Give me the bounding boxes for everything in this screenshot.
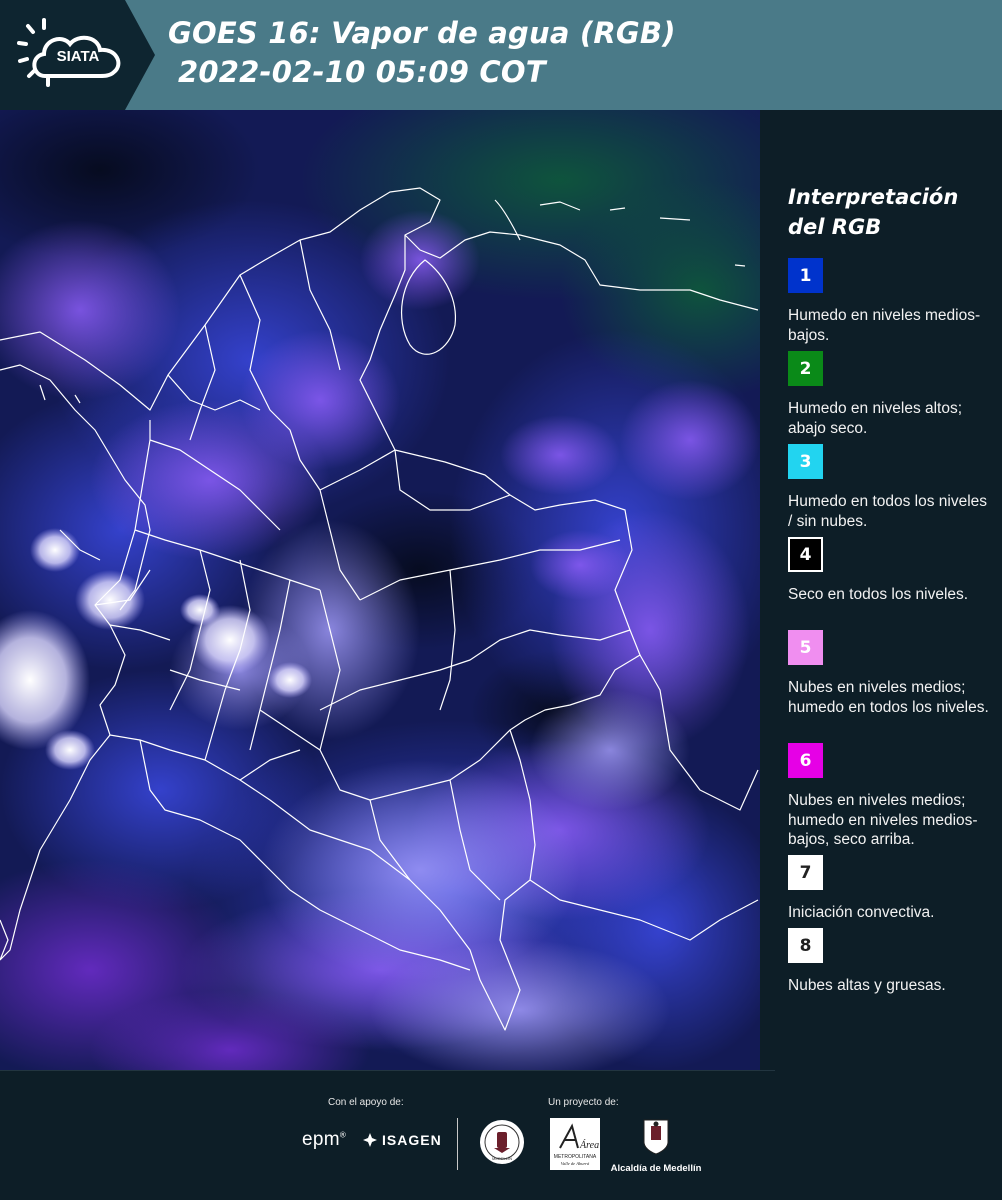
satellite-map[interactable] xyxy=(0,110,760,1070)
legend-desc: Nubes en niveles medios; humedo en todos… xyxy=(788,679,989,716)
legend-swatch: 4 xyxy=(788,537,823,572)
legend-desc: Humedo en niveles medios-bajos. xyxy=(788,307,981,344)
footer-divider xyxy=(0,1070,775,1071)
legend-title: Interpretación del RGB xyxy=(788,185,959,239)
legend-swatch: 2 xyxy=(788,351,823,386)
epm-logo: epm® xyxy=(302,1129,347,1150)
legend-swatch: 8 xyxy=(788,928,823,963)
legend-desc: Humedo en todos los niveles / sin nubes. xyxy=(788,493,988,530)
legend-swatch: 7 xyxy=(788,855,823,890)
legend-item-5: 5 Nubes en niveles medios; humedo en tod… xyxy=(788,630,993,717)
project-label: Un proyecto de: xyxy=(548,1097,619,1108)
support-label: Con el apoyo de: xyxy=(328,1097,404,1108)
legend-item-3: 3 Humedo en todos los niveles / sin nube… xyxy=(788,444,993,531)
isagen-logo: ISAGEN xyxy=(362,1132,442,1148)
legend-item-1: 1 Humedo en niveles medios-bajos. xyxy=(788,258,993,345)
rgb-legend: Interpretación del RGB 1 Humedo en nivel… xyxy=(760,110,1002,1070)
legend-item-2: 2 Humedo en niveles altos; abajo seco. xyxy=(788,351,993,438)
timestamp-title: 2022-02-10 05:09 COT xyxy=(178,55,546,89)
svg-text:SIATA: SIATA xyxy=(57,48,100,65)
svg-text:Valle de Aburrá: Valle de Aburrá xyxy=(561,1161,590,1166)
isagen-icon xyxy=(363,1133,377,1147)
legend-desc: Humedo en niveles altos; abajo seco. xyxy=(788,400,963,437)
footer: Con el apoyo de: Un proyecto de: epm® IS… xyxy=(0,1070,1002,1200)
footer-vertical-divider xyxy=(457,1118,458,1170)
medellin-seal-logo: MEDELLÍN xyxy=(478,1118,526,1171)
legend-desc: Nubes en niveles medios; humedo en nivel… xyxy=(788,792,978,848)
siata-logo: SIATA xyxy=(0,0,155,110)
legend-swatch: 6 xyxy=(788,743,823,778)
legend-swatch: 1 xyxy=(788,258,823,293)
legend-item-7: 7 Iniciación convectiva. xyxy=(788,855,993,923)
legend-desc: Nubes altas y gruesas. xyxy=(788,977,946,994)
legend-item-6: 6 Nubes en niveles medios; humedo en niv… xyxy=(788,743,993,850)
svg-text:Área: Área xyxy=(579,1139,599,1151)
legend-desc: Seco en todos los niveles. xyxy=(788,586,969,603)
water-vapor-image xyxy=(0,110,760,1070)
area-metropolitana-logo: Área METROPOLITANA Valle de Aburrá xyxy=(550,1118,600,1175)
alcaldia-shield-icon xyxy=(643,1119,669,1155)
svg-text:MEDELLÍN: MEDELLÍN xyxy=(492,1156,512,1161)
legend-desc: Iniciación convectiva. xyxy=(788,904,935,921)
legend-item-4: 4 Seco en todos los niveles. xyxy=(788,537,993,605)
page-title: GOES 16: Vapor de agua (RGB) xyxy=(168,16,676,50)
legend-item-8: 8 Nubes altas y gruesas. xyxy=(788,928,993,996)
legend-swatch: 3 xyxy=(788,444,823,479)
alcaldia-medellin-logo: Alcaldía de Medellín xyxy=(610,1118,702,1174)
legend-swatch: 5 xyxy=(788,630,823,665)
header-banner: SIATA GOES 16: Vapor de agua (RGB) 2022-… xyxy=(0,0,1002,110)
svg-text:METROPOLITANA: METROPOLITANA xyxy=(554,1154,597,1160)
